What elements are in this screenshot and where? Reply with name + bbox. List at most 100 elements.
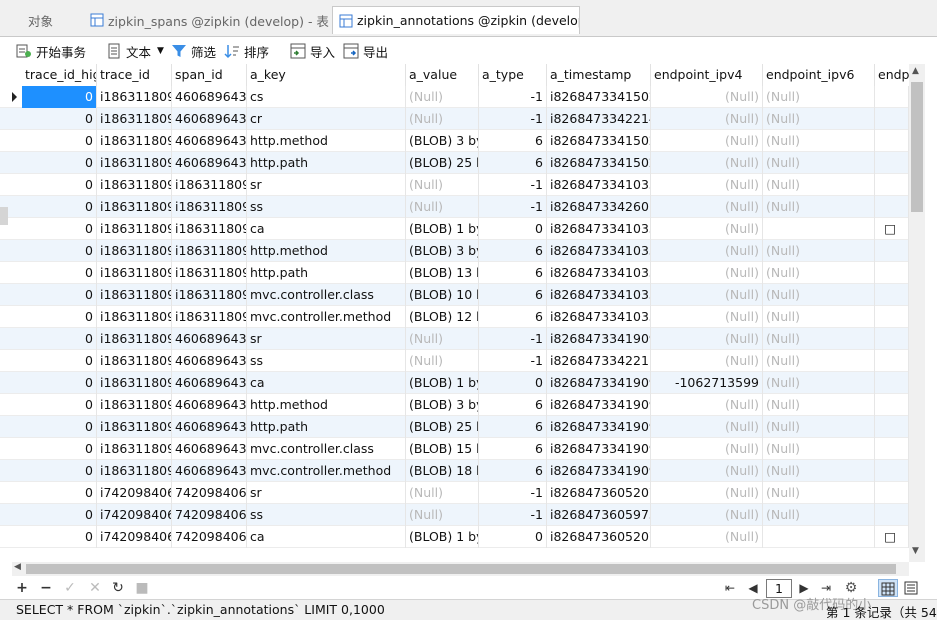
cell-endpoint-more[interactable]: □ [875, 218, 909, 240]
table-row[interactable]: 0i1863118095i1863118095ca(BLOB) 1 by0i82… [0, 218, 909, 240]
cell-a-key[interactable]: mvc.controller.class [247, 438, 406, 460]
cell-a-value[interactable]: (BLOB) 12 b [406, 306, 479, 328]
cell-endpoint-more[interactable] [875, 372, 909, 394]
table-row[interactable]: 0i18631180954606896432sr(Null)-1i8268473… [0, 328, 909, 350]
cell-endpoint-ipv4[interactable]: (Null) [651, 108, 763, 130]
cell-a-type[interactable]: 6 [479, 438, 547, 460]
text-view-button[interactable]: 文本 ▼ [106, 41, 164, 61]
cell-a-timestamp[interactable]: i82684733426016 [547, 196, 651, 218]
table-row[interactable]: 0i18631180954606896432cr(Null)-1i8268473… [0, 108, 909, 130]
cell-endpoint-ipv6[interactable]: (Null) [763, 174, 875, 196]
cell-a-key[interactable]: ca [247, 372, 406, 394]
cell-trace-id[interactable]: i1863118095 [97, 284, 172, 306]
cell-endpoint-ipv4[interactable]: (Null) [651, 196, 763, 218]
cell-a-key[interactable]: http.method [247, 240, 406, 262]
cell-trace-id[interactable]: i1863118095 [97, 130, 172, 152]
cell-a-type[interactable]: 6 [479, 152, 547, 174]
cell-a-type[interactable]: 6 [479, 240, 547, 262]
cell-a-timestamp[interactable]: i82684733419099 [547, 438, 651, 460]
cell-endpoint-ipv4[interactable]: (Null) [651, 350, 763, 372]
cell-trace-id[interactable]: i1863118095 [97, 394, 172, 416]
table-row[interactable]: 0i18631180954606896432http.method(BLOB) … [0, 130, 909, 152]
column-header-endpoint-ipv4[interactable]: endpoint_ipv4 [651, 64, 763, 86]
apply-changes-icon[interactable]: ✓ [62, 579, 78, 597]
cell-a-timestamp[interactable]: i82684736052079 [547, 526, 651, 548]
cell-a-key[interactable]: ss [247, 350, 406, 372]
cell-endpoint-ipv6[interactable]: (Null) [763, 196, 875, 218]
cell-a-value[interactable]: (Null) [406, 328, 479, 350]
cell-trace-id-high[interactable]: 0 [22, 130, 97, 152]
cell-trace-id[interactable]: i1863118095 [97, 108, 172, 130]
cell-trace-id-high[interactable]: 0 [22, 196, 97, 218]
begin-transaction-button[interactable]: 开始事务 [16, 41, 86, 61]
cell-a-type[interactable]: 6 [479, 262, 547, 284]
cell-a-value[interactable]: (BLOB) 3 by [406, 394, 479, 416]
cell-endpoint-more[interactable] [875, 394, 909, 416]
export-button[interactable]: 导出 [343, 41, 388, 61]
cell-trace-id-high[interactable]: 0 [22, 482, 97, 504]
cell-trace-id-high[interactable]: 0 [22, 416, 97, 438]
cell-span-id[interactable]: 4606896432 [172, 416, 247, 438]
cell-endpoint-more[interactable] [875, 416, 909, 438]
cell-span-id[interactable]: 7420984069 [172, 526, 247, 548]
table-row[interactable]: 0i1863118095i1863118095mvc.controller.me… [0, 306, 909, 328]
cell-a-type[interactable]: -1 [479, 86, 547, 108]
cell-endpoint-more[interactable] [875, 240, 909, 262]
cell-trace-id-high[interactable]: 0 [22, 284, 97, 306]
cell-endpoint-ipv6[interactable]: (Null) [763, 394, 875, 416]
cell-a-timestamp[interactable]: i82684733410351 [547, 262, 651, 284]
cell-endpoint-ipv6[interactable]: (Null) [763, 504, 875, 526]
cell-span-id[interactable]: 4606896432 [172, 394, 247, 416]
cell-a-value[interactable]: (Null) [406, 350, 479, 372]
cell-a-value[interactable]: (BLOB) 15 b [406, 438, 479, 460]
cell-a-key[interactable]: ca [247, 526, 406, 548]
column-header-span-id[interactable]: span_id [172, 64, 247, 86]
cell-endpoint-ipv6[interactable]: (Null) [763, 86, 875, 108]
vertical-scroll-thumb[interactable] [911, 82, 923, 212]
cell-endpoint-ipv6[interactable] [763, 526, 875, 548]
cell-a-value[interactable]: (BLOB) 18 b [406, 460, 479, 482]
form-view-icon[interactable] [903, 579, 919, 597]
cell-a-type[interactable]: 6 [479, 394, 547, 416]
column-header-trace-id[interactable]: trace_id [97, 64, 172, 86]
cell-a-value[interactable]: (BLOB) 3 by [406, 130, 479, 152]
table-row[interactable]: 0i18631180954606896432cs(Null)-1i8268473… [0, 86, 909, 108]
cell-a-timestamp[interactable]: i82684736059737 [547, 504, 651, 526]
cell-a-key[interactable]: cs [247, 86, 406, 108]
column-header-a-timestamp[interactable]: a_timestamp [547, 64, 651, 86]
delete-record-icon[interactable]: − [38, 579, 54, 597]
cell-a-type[interactable]: 6 [479, 130, 547, 152]
cell-endpoint-ipv6[interactable]: (Null) [763, 350, 875, 372]
table-row[interactable]: 0i1863118095i1863118095http.method(BLOB)… [0, 240, 909, 262]
cell-span-id[interactable]: i1863118095 [172, 240, 247, 262]
cell-a-type[interactable]: -1 [479, 482, 547, 504]
cell-a-timestamp[interactable]: i82684733415029 [547, 86, 651, 108]
cell-trace-id[interactable]: i1863118095 [97, 196, 172, 218]
cell-a-key[interactable]: sr [247, 174, 406, 196]
cell-a-timestamp[interactable]: i82684733410351 [547, 284, 651, 306]
cell-a-key[interactable]: http.path [247, 152, 406, 174]
cell-trace-id[interactable]: i1863118095 [97, 262, 172, 284]
cell-a-timestamp[interactable]: i82684733419099 [547, 394, 651, 416]
cell-trace-id[interactable]: i1863118095 [97, 416, 172, 438]
cell-endpoint-ipv6[interactable]: (Null) [763, 482, 875, 504]
horizontal-scrollbar[interactable]: ◀ [12, 562, 909, 576]
cell-endpoint-more[interactable]: □ [875, 526, 909, 548]
cell-a-timestamp[interactable]: i82684736052079 [547, 482, 651, 504]
cell-a-value[interactable]: (BLOB) 25 b [406, 416, 479, 438]
cell-trace-id-high[interactable]: 0 [22, 438, 97, 460]
table-row[interactable]: 0i18631180954606896432ss(Null)-1i8268473… [0, 350, 909, 372]
cell-endpoint-more[interactable] [875, 460, 909, 482]
cell-a-type[interactable]: -1 [479, 350, 547, 372]
cell-a-key[interactable]: http.path [247, 262, 406, 284]
cell-a-type[interactable]: 6 [479, 460, 547, 482]
cell-trace-id-high[interactable]: 0 [22, 262, 97, 284]
table-row[interactable]: 0i18631180954606896432mvc.controller.met… [0, 460, 909, 482]
cell-span-id[interactable]: i1863118095 [172, 174, 247, 196]
cell-a-key[interactable]: sr [247, 482, 406, 504]
discard-changes-icon[interactable]: ✕ [87, 579, 103, 597]
cell-a-value[interactable]: (BLOB) 1 by [406, 526, 479, 548]
cell-a-timestamp[interactable]: i82684733419099 [547, 372, 651, 394]
table-row[interactable]: 0i18631180954606896432http.path(BLOB) 25… [0, 152, 909, 174]
cell-span-id[interactable]: 4606896432 [172, 438, 247, 460]
